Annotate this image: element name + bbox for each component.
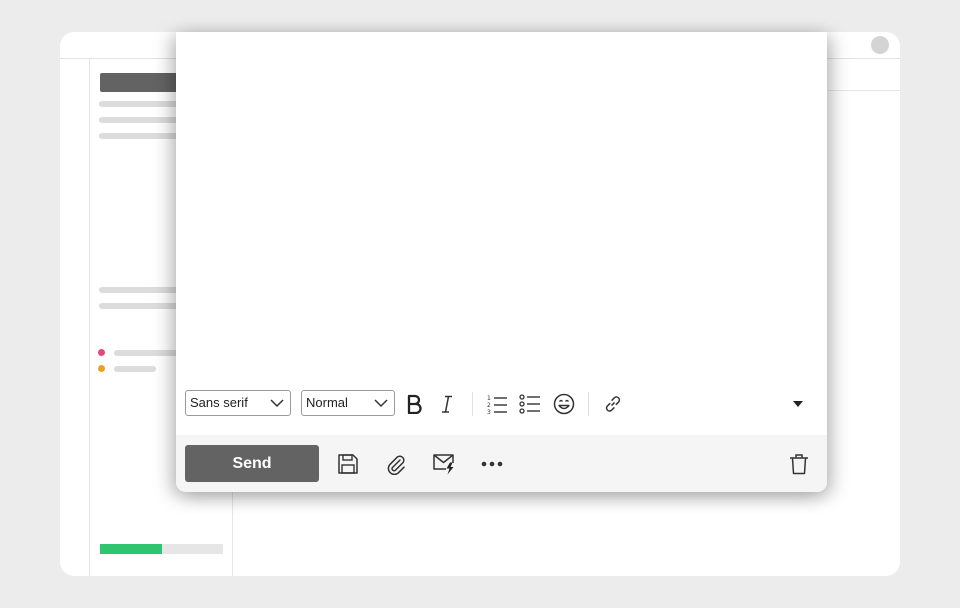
send-button[interactable]: Send [185, 445, 319, 482]
font-size-value: Normal [306, 395, 348, 410]
attachment-icon[interactable] [383, 451, 409, 477]
label-dot-orange [98, 365, 105, 372]
toolbar-separator [588, 392, 589, 416]
storage-bar-fill [100, 544, 162, 554]
numbered-list-icon[interactable]: 123 [485, 392, 509, 416]
label-dot-pink [98, 349, 105, 356]
avatar[interactable] [871, 36, 889, 54]
link-icon[interactable] [601, 392, 625, 416]
svg-text:3: 3 [487, 409, 491, 415]
save-icon[interactable] [335, 451, 361, 477]
label-item-skeleton[interactable] [114, 366, 156, 372]
more-formatting-icon[interactable] [786, 392, 810, 416]
font-size-select[interactable]: Normal [301, 390, 395, 416]
storage-bar [100, 544, 223, 554]
chevron-down-icon [374, 399, 388, 408]
svg-text:2: 2 [487, 402, 491, 409]
emoji-icon[interactable] [552, 392, 576, 416]
list-header-divider [828, 90, 900, 91]
toolbar-separator [472, 392, 473, 416]
message-body-editor[interactable] [176, 32, 827, 382]
font-family-select[interactable]: Sans serif [185, 390, 291, 416]
svg-text:1: 1 [487, 395, 491, 402]
trash-icon[interactable] [786, 451, 812, 477]
bulleted-list-icon[interactable] [518, 392, 542, 416]
confidential-icon[interactable] [431, 451, 457, 477]
chevron-down-icon [270, 399, 284, 408]
more-options-icon[interactable] [479, 451, 505, 477]
bold-icon[interactable] [402, 392, 426, 416]
compose-action-bar: Send [176, 435, 827, 492]
font-family-value: Sans serif [190, 395, 248, 410]
italic-icon[interactable] [435, 392, 459, 416]
compose-dialog: Sans serif Normal 123 Send [176, 32, 827, 492]
formatting-toolbar: Sans serif Normal 123 [176, 388, 827, 420]
